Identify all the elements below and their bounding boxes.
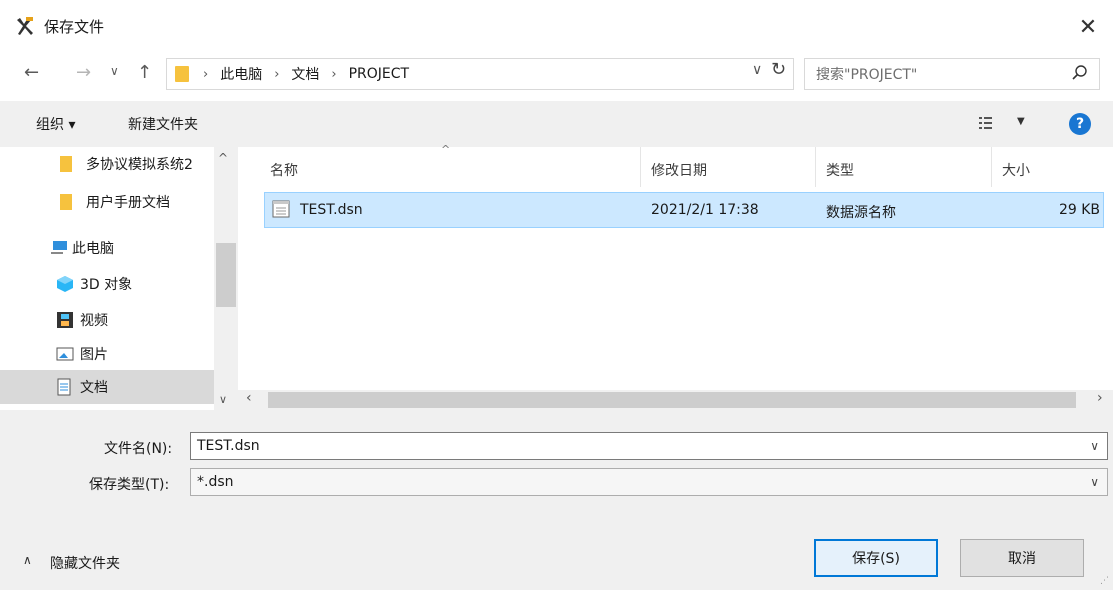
nav-item-label: 3D 对象: [80, 277, 133, 293]
address-bar[interactable]: › 此电脑 › 文档 › PROJECT: [166, 58, 794, 90]
new-folder-button[interactable]: 新建文件夹: [128, 114, 198, 134]
file-modified: 2021/2/1 17:38: [651, 202, 759, 218]
filetype-label: 保存类型(T):: [89, 477, 170, 493]
resize-grip-icon[interactable]: ⋰: [1100, 576, 1109, 586]
chevron-down-icon[interactable]: ∨: [1090, 475, 1099, 489]
horizontal-scrollbar-thumb[interactable]: [268, 392, 1076, 408]
organize-menu-button[interactable]: 组织 ▾: [36, 114, 75, 134]
file-list: [238, 147, 1113, 390]
view-dropdown-icon[interactable]: ▼: [1017, 116, 1025, 127]
filename-value: TEST.dsn: [197, 438, 260, 454]
nav-item-folder-2[interactable]: 用户手册文档: [60, 185, 170, 219]
help-icon[interactable]: ?: [1069, 113, 1091, 135]
nav-scrollbar-thumb[interactable]: [216, 243, 236, 307]
navigation-pane: 多协议模拟系统2 用户手册文档 此电脑 3D 对象 视频 图片 文档: [0, 147, 238, 410]
window-title: 保存文件: [44, 18, 105, 36]
search-input[interactable]: 搜索"PROJECT": [804, 58, 1100, 90]
scroll-left-icon[interactable]: ‹: [246, 390, 252, 406]
scroll-down-icon[interactable]: ∨: [219, 393, 227, 406]
save-button[interactable]: 保存(S): [814, 539, 938, 577]
computer-icon: [51, 241, 67, 254]
3d-objects-icon: [57, 276, 73, 292]
scroll-right-icon[interactable]: ›: [1097, 390, 1103, 406]
column-divider[interactable]: [640, 147, 641, 187]
up-arrow-icon[interactable]: ↑: [137, 62, 152, 83]
breadcrumb-this-pc[interactable]: 此电脑: [220, 64, 262, 84]
video-icon: [57, 312, 73, 328]
chevron-up-icon[interactable]: ∧: [23, 553, 32, 567]
filetype-select[interactable]: *.dsn ∨: [190, 468, 1108, 496]
nav-item-label: 多协议模拟系统2: [86, 157, 193, 173]
sort-up-icon: ^: [441, 143, 451, 156]
breadcrumb-documents[interactable]: 文档: [291, 64, 319, 84]
view-options-icon[interactable]: [978, 115, 994, 131]
nav-item-label: 文档: [80, 380, 108, 396]
nav-item-label: 视频: [80, 313, 108, 329]
column-header-type[interactable]: 类型: [826, 160, 854, 180]
back-arrow-icon[interactable]: ←: [24, 62, 39, 83]
refresh-icon[interactable]: ↻: [771, 59, 786, 80]
file-size: 29 KB: [1058, 202, 1100, 218]
column-header-size[interactable]: 大小: [1002, 160, 1030, 180]
breadcrumb-project[interactable]: PROJECT: [349, 66, 410, 82]
column-header-modified[interactable]: 修改日期: [651, 160, 707, 180]
file-type: 数据源名称: [826, 205, 896, 221]
filename-label: 文件名(N):: [104, 441, 173, 457]
nav-item-this-pc[interactable]: 此电脑: [50, 231, 114, 265]
hide-folders-button[interactable]: 隐藏文件夹: [50, 553, 120, 573]
chevron-down-icon[interactable]: ∨: [1090, 439, 1099, 453]
nav-item-label: 此电脑: [72, 241, 114, 257]
close-button[interactable]: ✕: [1070, 10, 1106, 44]
filename-field[interactable]: TEST.dsn ∨: [190, 432, 1108, 460]
folder-icon: [60, 156, 72, 172]
folder-icon: [175, 66, 189, 82]
picture-icon: [56, 347, 74, 361]
folder-icon: [60, 194, 72, 210]
cancel-button[interactable]: 取消: [960, 539, 1084, 577]
nav-item-videos[interactable]: 视频: [56, 303, 108, 337]
nav-item-folder-1[interactable]: 多协议模拟系统2: [60, 147, 193, 181]
nav-item-documents[interactable]: 文档: [0, 370, 214, 404]
title-bar: [0, 0, 1113, 55]
nav-item-label: 图片: [80, 347, 108, 363]
nav-item-pictures[interactable]: 图片: [56, 337, 108, 371]
column-divider[interactable]: [991, 147, 992, 187]
forward-arrow-icon[interactable]: →: [76, 62, 91, 83]
document-icon: [57, 378, 71, 396]
filetype-value: *.dsn: [197, 474, 234, 490]
address-dropdown-icon[interactable]: ∨: [752, 62, 762, 78]
search-icon[interactable]: [1071, 64, 1089, 82]
column-header-name[interactable]: 名称: [270, 160, 298, 180]
nav-item-3d-objects[interactable]: 3D 对象: [56, 267, 132, 301]
file-icon: [272, 200, 290, 218]
nav-item-label: 用户手册文档: [86, 195, 170, 211]
tools-icon: [17, 17, 33, 35]
recent-locations-chevron-icon[interactable]: ∨: [110, 64, 119, 78]
file-name: TEST.dsn: [300, 202, 363, 218]
column-divider[interactable]: [815, 147, 816, 187]
scroll-up-icon[interactable]: ^: [218, 151, 228, 165]
